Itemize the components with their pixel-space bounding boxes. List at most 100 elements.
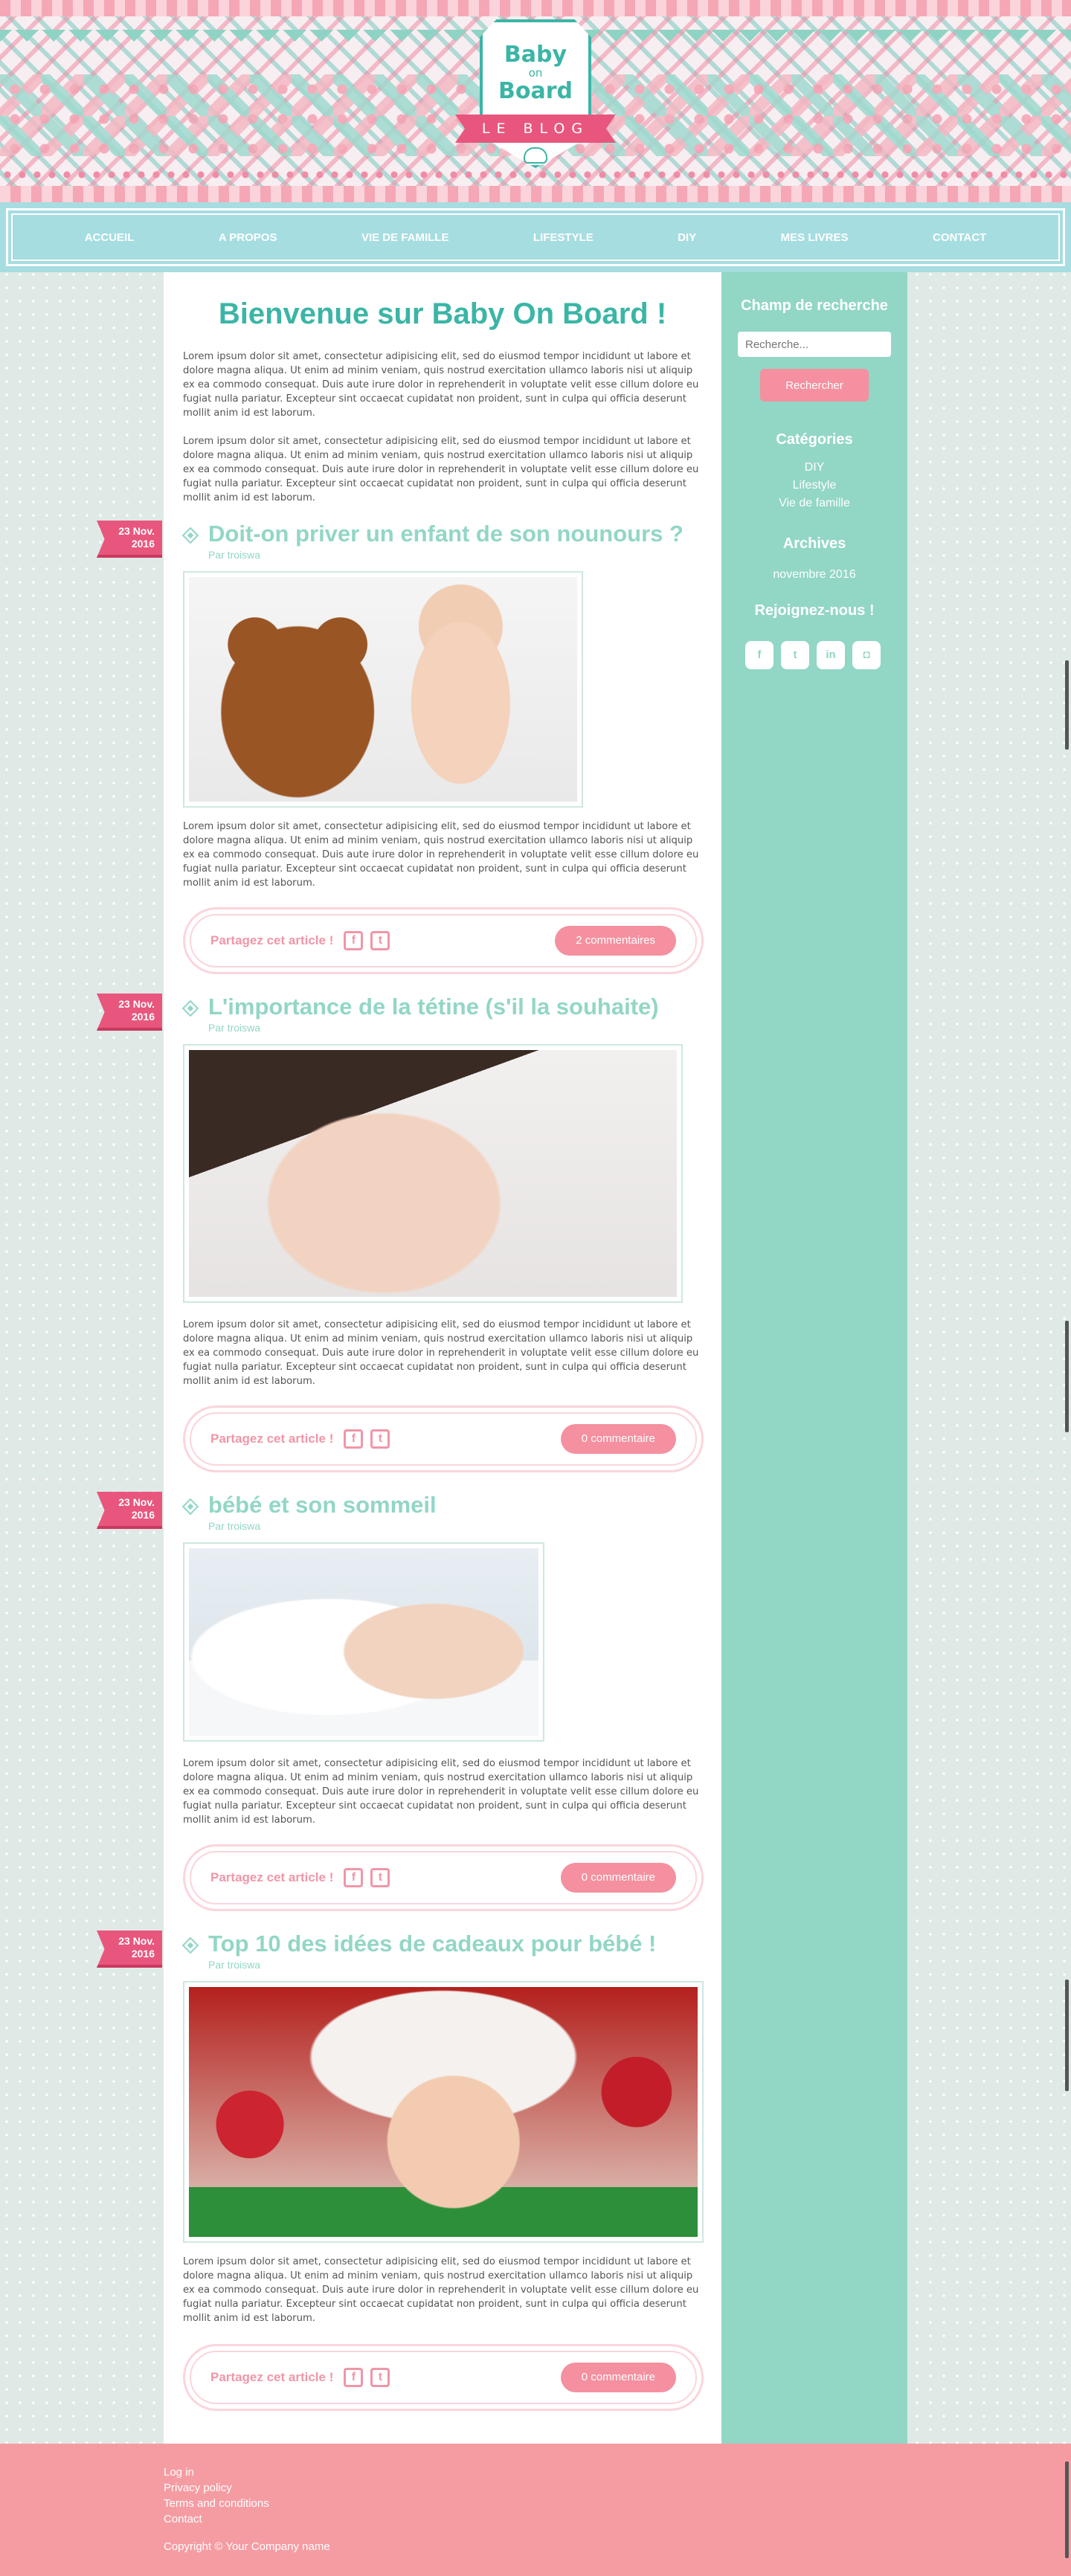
date-tag: 23 Nov. 2016 bbox=[97, 1931, 162, 1968]
site-logo[interactable]: Baby on Board LE BLOG bbox=[455, 19, 616, 176]
comments-button[interactable]: 0 commentaire bbox=[560, 1424, 676, 1454]
page-title: Bienvenue sur Baby On Board ! bbox=[218, 297, 667, 330]
facebook-icon[interactable]: f bbox=[344, 1868, 364, 1887]
pattern-band bbox=[0, 0, 1071, 16]
date-tag: 23 Nov. 2016 bbox=[97, 1492, 162, 1529]
logo-text-baby: Baby bbox=[504, 42, 567, 68]
post-excerpt: Lorem ipsum dolor sit amet, consectetur … bbox=[183, 1758, 699, 1826]
footer-link-login[interactable]: Log in bbox=[164, 2466, 194, 2479]
search-button[interactable]: Rechercher bbox=[760, 369, 869, 402]
date-year: 2016 bbox=[131, 1509, 155, 1521]
main-content: Bienvenue sur Baby On Board ! Lorem ipsu… bbox=[97, 272, 721, 2444]
sleeping-baby-photo bbox=[189, 1548, 538, 1736]
facebook-icon[interactable]: f bbox=[344, 2368, 364, 2387]
footer-link-contact[interactable]: Contact bbox=[164, 2513, 202, 2525]
nav-item-vie-de-famille[interactable]: VIE DE FAMILLE bbox=[361, 231, 449, 244]
post-title[interactable]: bébé et son sommeil bbox=[208, 1492, 437, 1519]
christmas-baby-photo bbox=[189, 1987, 698, 2237]
copyright: Copyright © Your Company name bbox=[164, 2540, 330, 2553]
scrollbar-thumb[interactable] bbox=[1065, 1321, 1069, 1432]
category-link-diy[interactable]: DIY bbox=[721, 461, 907, 474]
post-image[interactable] bbox=[183, 1981, 704, 2243]
diamond-icon bbox=[181, 1936, 199, 1954]
date-day: 23 Nov. bbox=[118, 1935, 155, 1947]
post-title[interactable]: Top 10 des idées de cadeaux pour bébé ! bbox=[208, 1931, 656, 1957]
post-title[interactable]: Doit-on priver un enfant de son nounours… bbox=[208, 521, 684, 547]
share-bar: Partagez cet article ! f t 0 commentaire bbox=[183, 2344, 704, 2411]
nav-item-lifestyle[interactable]: LIFESTYLE bbox=[533, 231, 594, 244]
diamond-icon bbox=[181, 1498, 199, 1516]
post-title[interactable]: L'importance de la tétine (s'il la souha… bbox=[208, 994, 659, 1020]
sidebar: Champ de recherche Rechercher Catégories… bbox=[721, 272, 907, 2444]
share-bar: Partagez cet article ! f t 0 commentaire bbox=[183, 1844, 704, 1911]
footer-links: Log in Privacy policy Terms and conditio… bbox=[164, 2464, 269, 2527]
post-excerpt: Lorem ipsum dolor sit amet, consectetur … bbox=[183, 821, 699, 889]
intro-paragraph: Lorem ipsum dolor sit amet, consectetur … bbox=[183, 436, 699, 503]
date-tag: 23 Nov. 2016 bbox=[97, 521, 162, 558]
scrollbar-thumb[interactable] bbox=[1065, 660, 1069, 750]
teddy-bear-photo bbox=[189, 577, 577, 802]
date-year: 2016 bbox=[131, 1948, 155, 1960]
facebook-icon[interactable]: f bbox=[745, 641, 774, 669]
share-label: Partagez cet article ! bbox=[210, 933, 334, 947]
date-day: 23 Nov. bbox=[118, 998, 155, 1010]
category-link-lifestyle[interactable]: Lifestyle bbox=[721, 479, 907, 492]
logo-text-board: Board bbox=[498, 78, 573, 104]
share-label: Partagez cet article ! bbox=[210, 1870, 334, 1884]
twitter-icon[interactable]: t bbox=[370, 1429, 390, 1449]
intro-paragraph: Lorem ipsum dolor sit amet, consectetur … bbox=[183, 351, 699, 419]
archives-title: Archives bbox=[782, 535, 846, 552]
archive-link[interactable]: novembre 2016 bbox=[721, 568, 907, 582]
nav-item-a-propos[interactable]: A PROPOS bbox=[219, 231, 277, 244]
nav-item-accueil[interactable]: ACCUEIL bbox=[85, 231, 135, 244]
nav-item-contact[interactable]: CONTACT bbox=[933, 231, 986, 244]
comments-button[interactable]: 0 commentaire bbox=[560, 1863, 676, 1893]
baby-pacifier-photo bbox=[189, 1050, 677, 1297]
footer: Log in Privacy policy Terms and conditio… bbox=[0, 2444, 1071, 2576]
post-author[interactable]: Par troiswa bbox=[208, 1022, 260, 1034]
date-year: 2016 bbox=[131, 538, 155, 550]
footer-link-terms[interactable]: Terms and conditions bbox=[164, 2497, 269, 2510]
twitter-icon[interactable]: t bbox=[370, 1868, 390, 1887]
share-bar: Partagez cet article ! f t 2 commentaire… bbox=[183, 907, 704, 974]
post-image[interactable] bbox=[183, 571, 583, 808]
nav-item-diy[interactable]: DIY bbox=[678, 231, 696, 244]
pattern-band bbox=[0, 186, 1071, 202]
diamond-icon bbox=[181, 527, 199, 544]
share-label: Partagez cet article ! bbox=[210, 2370, 334, 2384]
scrollbar-thumb[interactable] bbox=[1065, 1980, 1069, 2091]
share-label: Partagez cet article ! bbox=[210, 1432, 334, 1446]
post-author[interactable]: Par troiswa bbox=[208, 1520, 260, 1532]
nav-item-mes-livres[interactable]: MES LIVRES bbox=[781, 231, 849, 244]
stroller-icon bbox=[524, 147, 547, 164]
comments-button[interactable]: 0 commentaire bbox=[560, 2363, 676, 2392]
comments-button[interactable]: 2 commentaires bbox=[555, 926, 676, 956]
facebook-icon[interactable]: f bbox=[344, 1429, 364, 1449]
scrollbar-thumb[interactable] bbox=[1065, 2461, 1069, 2558]
categories-title: Catégories bbox=[776, 431, 853, 448]
date-day: 23 Nov. bbox=[118, 1496, 155, 1508]
post-image[interactable] bbox=[183, 1542, 544, 1742]
twitter-icon[interactable]: t bbox=[370, 2368, 390, 2387]
post-author[interactable]: Par troiswa bbox=[208, 549, 260, 561]
search-title: Champ de recherche bbox=[741, 297, 888, 314]
header-banner: Baby on Board LE BLOG bbox=[0, 0, 1071, 202]
search-input[interactable] bbox=[738, 332, 891, 357]
twitter-icon[interactable]: t bbox=[781, 641, 809, 669]
facebook-icon[interactable]: f bbox=[344, 931, 364, 950]
logo-text-on: on bbox=[528, 66, 543, 80]
footer-link-privacy[interactable]: Privacy policy bbox=[164, 2482, 232, 2494]
linkedin-icon[interactable]: in bbox=[817, 641, 845, 669]
date-year: 2016 bbox=[131, 1011, 155, 1023]
instagram-icon[interactable]: ◘ bbox=[852, 641, 881, 669]
post-author[interactable]: Par troiswa bbox=[208, 1959, 260, 1971]
post-excerpt: Lorem ipsum dolor sit amet, consectetur … bbox=[183, 2256, 699, 2324]
category-link-vie-de-famille[interactable]: Vie de famille bbox=[721, 497, 907, 510]
twitter-icon[interactable]: t bbox=[370, 931, 390, 950]
share-bar: Partagez cet article ! f t 0 commentaire bbox=[183, 1405, 704, 1472]
join-title: Rejoignez-nous ! bbox=[754, 602, 875, 619]
post-excerpt: Lorem ipsum dolor sit amet, consectetur … bbox=[183, 1319, 699, 1387]
post-image[interactable] bbox=[183, 1044, 683, 1303]
date-tag: 23 Nov. 2016 bbox=[97, 994, 162, 1031]
date-day: 23 Nov. bbox=[118, 525, 155, 537]
